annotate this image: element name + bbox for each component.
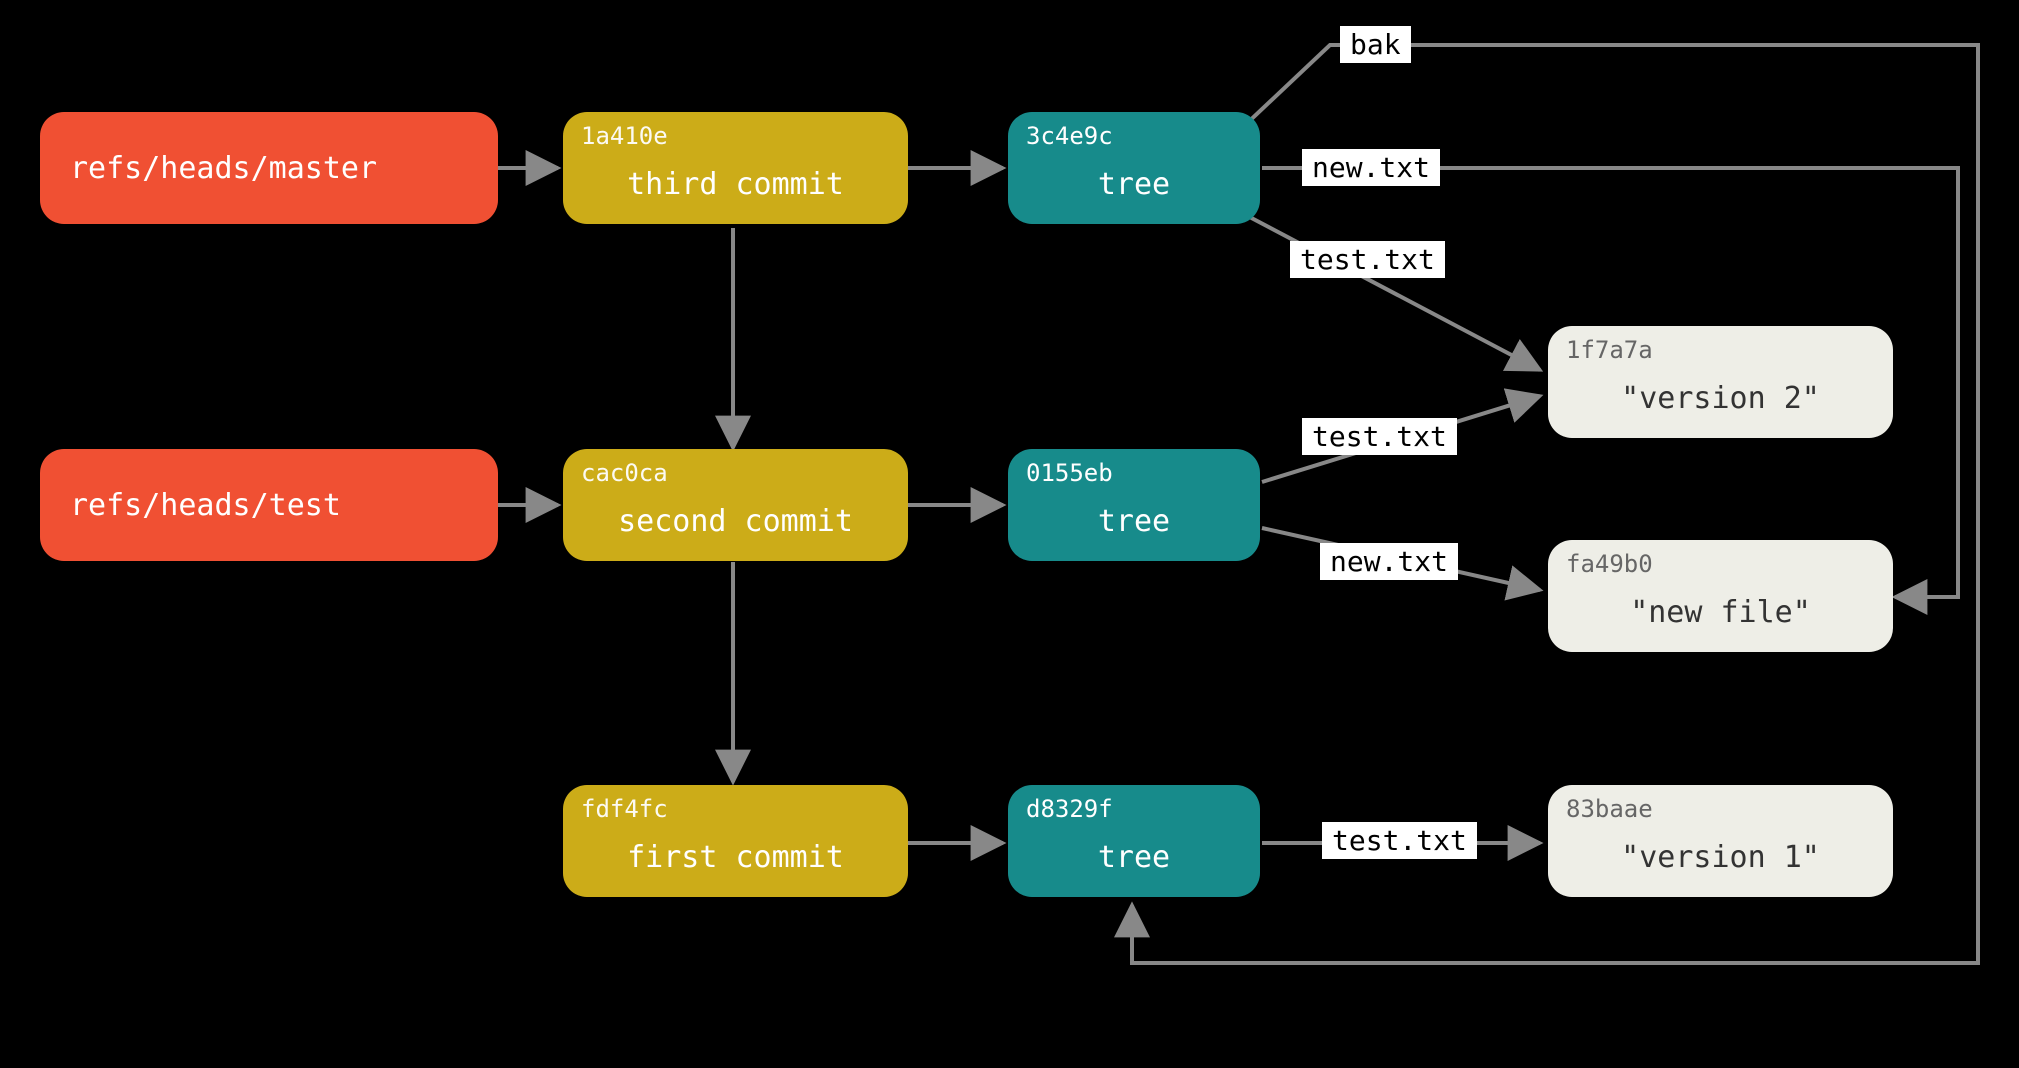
- tree-label: tree: [1008, 504, 1260, 539]
- ref-label: refs/heads/master: [70, 151, 377, 186]
- commit-node-third: 1a410e third commit: [563, 112, 908, 224]
- edge-label-newtxt-t2: new.txt: [1320, 543, 1458, 580]
- edge-label-newtxt-t3: new.txt: [1302, 149, 1440, 186]
- commit-hash: cac0ca: [581, 459, 668, 487]
- commit-hash: 1a410e: [581, 122, 668, 150]
- tree-label: tree: [1008, 167, 1260, 202]
- blob-hash: 83baae: [1566, 795, 1653, 823]
- commit-node-first: fdf4fc first commit: [563, 785, 908, 897]
- edge-label-testtxt-t3: test.txt: [1290, 241, 1445, 278]
- commit-hash: fdf4fc: [581, 795, 668, 823]
- ref-node-master: refs/heads/master: [40, 112, 498, 224]
- blob-node-v1: 83baae "version 1": [1548, 785, 1893, 897]
- edge-t3-testtxt-to-v2: [1242, 213, 1540, 370]
- blob-label: "version 1": [1548, 840, 1893, 875]
- edge-label-bak: bak: [1340, 26, 1411, 63]
- tree-hash: d8329f: [1026, 795, 1113, 823]
- blob-node-newfile: fa49b0 "new file": [1548, 540, 1893, 652]
- blob-label: "version 2": [1548, 381, 1893, 416]
- tree-node-t2: 0155eb tree: [1008, 449, 1260, 561]
- tree-node-t1: d8329f tree: [1008, 785, 1260, 897]
- commit-label: second commit: [563, 504, 908, 539]
- blob-hash: 1f7a7a: [1566, 336, 1653, 364]
- ref-label: refs/heads/test: [70, 488, 341, 523]
- ref-node-test: refs/heads/test: [40, 449, 498, 561]
- git-object-graph-canvas: refs/heads/master refs/heads/test 1a410e…: [0, 0, 2019, 1068]
- tree-hash: 3c4e9c: [1026, 122, 1113, 150]
- blob-node-v2: 1f7a7a "version 2": [1548, 326, 1893, 438]
- commit-label: third commit: [563, 167, 908, 202]
- edge-label-testtxt-t2: test.txt: [1302, 418, 1457, 455]
- commit-label: first commit: [563, 840, 908, 875]
- edge-label-testtxt-t1: test.txt: [1322, 822, 1477, 859]
- blob-hash: fa49b0: [1566, 550, 1653, 578]
- tree-label: tree: [1008, 840, 1260, 875]
- blob-label: "new file": [1548, 595, 1893, 630]
- tree-node-t3: 3c4e9c tree: [1008, 112, 1260, 224]
- commit-node-second: cac0ca second commit: [563, 449, 908, 561]
- tree-hash: 0155eb: [1026, 459, 1113, 487]
